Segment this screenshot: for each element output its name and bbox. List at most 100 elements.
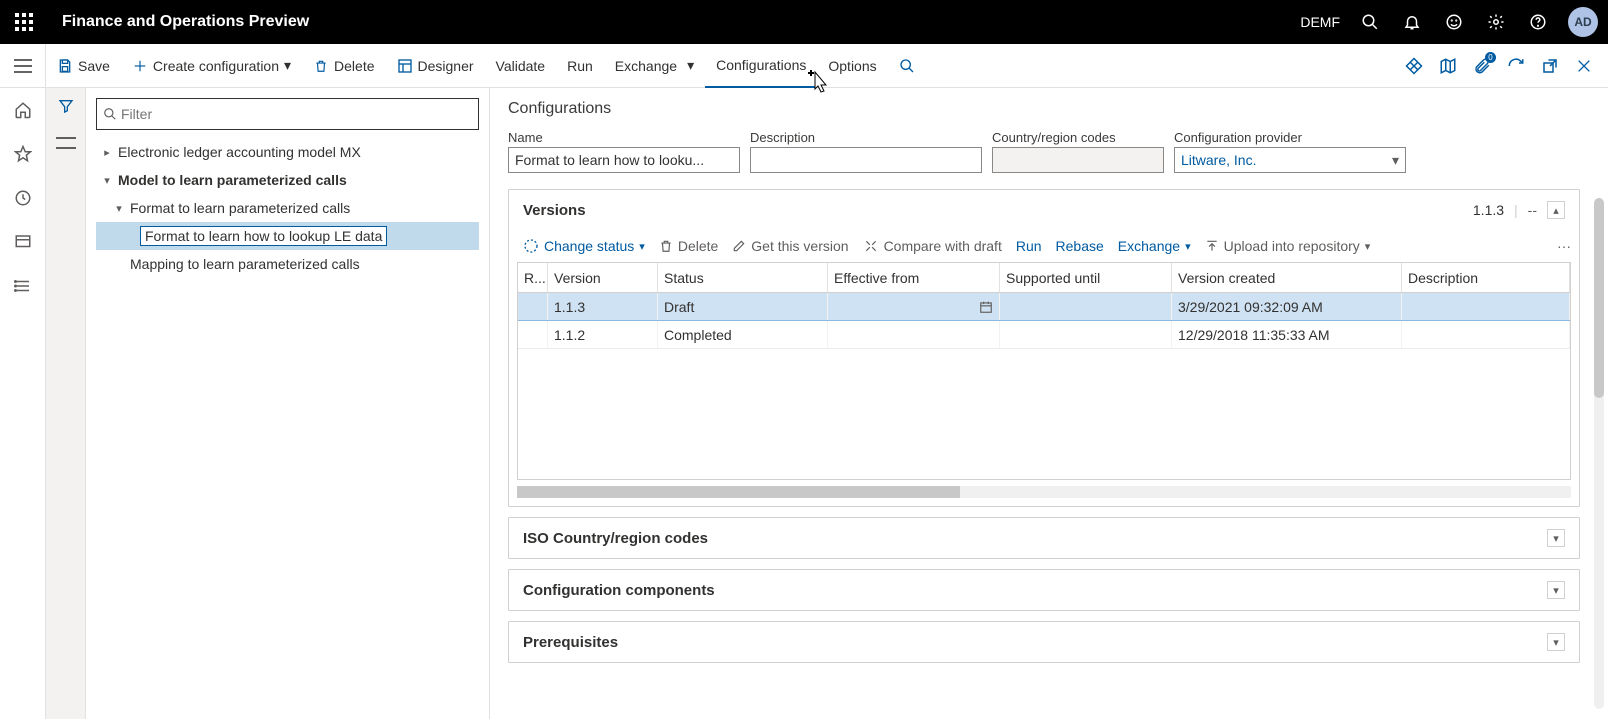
help-icon[interactable] xyxy=(1526,10,1550,34)
country-label: Country/region codes xyxy=(992,130,1164,145)
hamburger-icon[interactable] xyxy=(0,44,46,88)
designer-button[interactable]: Designer xyxy=(386,44,485,88)
components-header[interactable]: Configuration components xyxy=(509,570,1579,610)
upload-icon xyxy=(1205,239,1219,253)
cell-created: 12/29/2018 11:35:33 AM xyxy=(1172,321,1402,348)
versions-header[interactable]: Versions 1.1.3 | -- xyxy=(509,190,1579,230)
validate-button[interactable]: Validate xyxy=(485,44,557,88)
diamond-icon[interactable] xyxy=(1402,54,1426,78)
avatar[interactable]: AD xyxy=(1568,7,1598,37)
version-badge: 1.1.3 xyxy=(1473,202,1504,218)
cell-rownum xyxy=(518,321,548,348)
col-version[interactable]: Version xyxy=(548,263,658,292)
find-button[interactable] xyxy=(888,44,926,88)
calendar-icon xyxy=(979,300,993,314)
map-icon[interactable] xyxy=(1436,54,1460,78)
filter-input-wrap[interactable] xyxy=(96,98,479,130)
exchange-label: Exchange xyxy=(1118,238,1180,254)
chevron-down-icon[interactable]: ▾ xyxy=(100,174,114,187)
prereq-header[interactable]: Prerequisites xyxy=(509,622,1579,662)
name-value: Format to learn how to looku... xyxy=(515,152,704,168)
top-bar: Finance and Operations Preview DEMF AD xyxy=(0,0,1608,44)
provider-combo[interactable]: Litware, Inc. xyxy=(1174,147,1406,173)
tree-item[interactable]: Mapping to learn parameterized calls xyxy=(96,250,479,278)
gear-icon[interactable] xyxy=(1484,10,1508,34)
get-version-button[interactable]: Get this version xyxy=(732,238,848,254)
save-label: Save xyxy=(78,58,110,74)
chevron-down-icon[interactable]: ▾ xyxy=(112,202,126,215)
components-card: Configuration components xyxy=(508,569,1580,611)
run-button[interactable]: Run xyxy=(556,44,604,88)
tree-label: Mapping to learn parameterized calls xyxy=(130,256,360,272)
vertical-scrollbar[interactable] xyxy=(1594,198,1604,709)
chevron-down-icon[interactable] xyxy=(1547,529,1565,547)
exchange-button[interactable]: Exchange xyxy=(604,44,705,88)
refresh-icon[interactable] xyxy=(1504,54,1528,78)
run-version-button[interactable]: Run xyxy=(1016,238,1042,254)
chevron-down-icon[interactable] xyxy=(1547,633,1565,651)
cell-status: Draft xyxy=(658,293,828,320)
recent-icon[interactable] xyxy=(11,186,35,210)
workspace-icon[interactable] xyxy=(11,230,35,254)
table-row[interactable]: 1.1.3 Draft 3/29/2021 09:32:09 AM xyxy=(518,293,1570,321)
configurations-button[interactable]: Configurations xyxy=(705,44,817,88)
iso-header[interactable]: ISO Country/region codes xyxy=(509,518,1579,558)
star-icon[interactable] xyxy=(11,142,35,166)
upload-button[interactable]: Upload into repository xyxy=(1205,238,1371,254)
funnel-icon[interactable] xyxy=(58,98,74,117)
col-description[interactable]: Description xyxy=(1402,263,1570,292)
options-button[interactable]: Options xyxy=(817,44,887,88)
versions-grid: R... Version Status Effective from Suppo… xyxy=(517,262,1571,480)
cell-description xyxy=(1402,293,1570,320)
cell-effective xyxy=(828,321,1000,348)
run-label: Run xyxy=(1016,238,1042,254)
smile-icon[interactable] xyxy=(1442,10,1466,34)
search-icon[interactable] xyxy=(1358,10,1382,34)
company-label[interactable]: DEMF xyxy=(1300,14,1340,30)
filter-input[interactable] xyxy=(121,106,472,122)
search-icon xyxy=(103,107,117,121)
chevron-right-icon[interactable] xyxy=(100,146,114,159)
modules-icon[interactable] xyxy=(11,274,35,298)
tree-item-selected[interactable]: Format to learn how to lookup LE data xyxy=(96,222,479,250)
waffle-icon[interactable] xyxy=(0,0,48,44)
chevron-up-icon[interactable] xyxy=(1547,201,1565,219)
name-input[interactable]: Format to learn how to looku... xyxy=(508,147,740,173)
change-status-button[interactable]: Change status xyxy=(523,238,645,254)
rebase-button[interactable]: Rebase xyxy=(1056,238,1104,254)
col-created[interactable]: Version created xyxy=(1172,263,1402,292)
col-supported[interactable]: Supported until xyxy=(1000,263,1172,292)
horizontal-scrollbar[interactable] xyxy=(517,486,1571,498)
options-label: Options xyxy=(828,58,876,74)
compare-button[interactable]: Compare with draft xyxy=(863,238,1002,254)
delete-button[interactable]: Delete xyxy=(302,44,385,88)
create-configuration-button[interactable]: Create configuration xyxy=(121,44,302,88)
chevron-down-icon[interactable] xyxy=(1547,581,1565,599)
compare-icon xyxy=(863,239,879,253)
more-icon[interactable]: ··· xyxy=(1557,238,1571,254)
col-rownum[interactable]: R... xyxy=(518,263,548,292)
grid-body: 1.1.3 Draft 3/29/2021 09:32:09 AM 1.1.2 … xyxy=(518,293,1570,479)
description-input[interactable] xyxy=(750,147,982,173)
table-row[interactable]: 1.1.2 Completed 12/29/2018 11:35:33 AM xyxy=(518,321,1570,349)
delete-version-button[interactable]: Delete xyxy=(659,238,718,254)
bell-icon[interactable] xyxy=(1400,10,1424,34)
home-icon[interactable] xyxy=(11,98,35,122)
save-button[interactable]: Save xyxy=(46,44,121,88)
attachments-icon[interactable]: 0 xyxy=(1470,54,1494,78)
validate-label: Validate xyxy=(496,58,546,74)
equals-icon[interactable] xyxy=(56,137,76,149)
tree-item[interactable]: ▾Model to learn parameterized calls xyxy=(96,166,479,194)
chevron-down-icon xyxy=(1185,240,1191,253)
get-version-label: Get this version xyxy=(751,238,848,254)
exchange-version-button[interactable]: Exchange xyxy=(1118,238,1191,254)
change-status-label: Change status xyxy=(544,238,634,254)
detail-pane: Configurations Name Format to learn how … xyxy=(490,88,1608,719)
tree-item[interactable]: ▾Format to learn parameterized calls xyxy=(96,194,479,222)
close-icon[interactable] xyxy=(1572,54,1596,78)
col-effective[interactable]: Effective from xyxy=(828,263,1000,292)
cell-effective[interactable] xyxy=(828,293,1000,320)
tree-item[interactable]: Electronic ledger accounting model MX xyxy=(96,138,479,166)
col-status[interactable]: Status xyxy=(658,263,828,292)
popout-icon[interactable] xyxy=(1538,54,1562,78)
